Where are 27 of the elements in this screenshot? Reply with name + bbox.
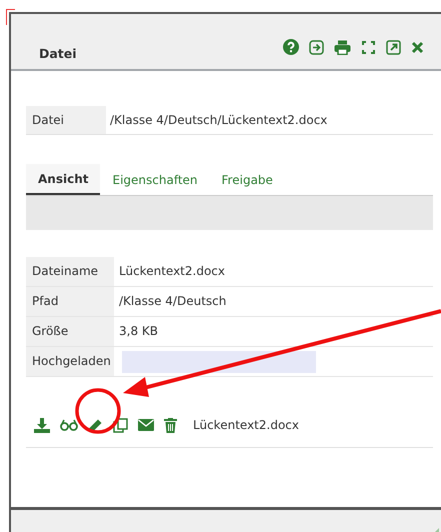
copy-icon[interactable] — [113, 418, 128, 432]
circle-annotation — [75, 388, 121, 434]
detail-value: 3,8 KB — [119, 323, 158, 340]
mail-icon[interactable] — [138, 419, 154, 431]
print-icon[interactable] — [334, 40, 351, 54]
detail-label: Pfad — [26, 287, 114, 316]
tab[interactable]: Eigenschaften — [100, 164, 210, 195]
tab[interactable]: Freigabe — [210, 164, 285, 195]
help-icon[interactable] — [283, 39, 299, 55]
fullscreen-icon[interactable] — [361, 40, 376, 54]
pencil-icon[interactable] — [88, 418, 103, 432]
glasses-icon[interactable] — [60, 419, 78, 431]
tab[interactable]: Ansicht — [26, 164, 100, 195]
path-label: Datei — [26, 106, 106, 134]
download-icon[interactable] — [34, 418, 50, 432]
file-name: Lückentext2.docx — [193, 418, 299, 432]
detail-label: Größe — [26, 317, 114, 346]
path-value: /Klasse 4/Deutsch/Lückentext2.docx — [110, 112, 328, 129]
detail-label: Dateiname — [26, 257, 114, 286]
window-title: Datei — [39, 46, 77, 61]
external-link-icon[interactable] — [386, 40, 401, 54]
trash-icon[interactable] — [164, 418, 177, 432]
login-icon[interactable] — [309, 40, 324, 54]
detail-value: /Klasse 4/Deutsch — [119, 293, 226, 310]
detail-value: Lückentext2.docx — [119, 263, 225, 280]
close-icon[interactable] — [411, 40, 424, 54]
detail-label: Hochgeladen — [26, 347, 114, 376]
